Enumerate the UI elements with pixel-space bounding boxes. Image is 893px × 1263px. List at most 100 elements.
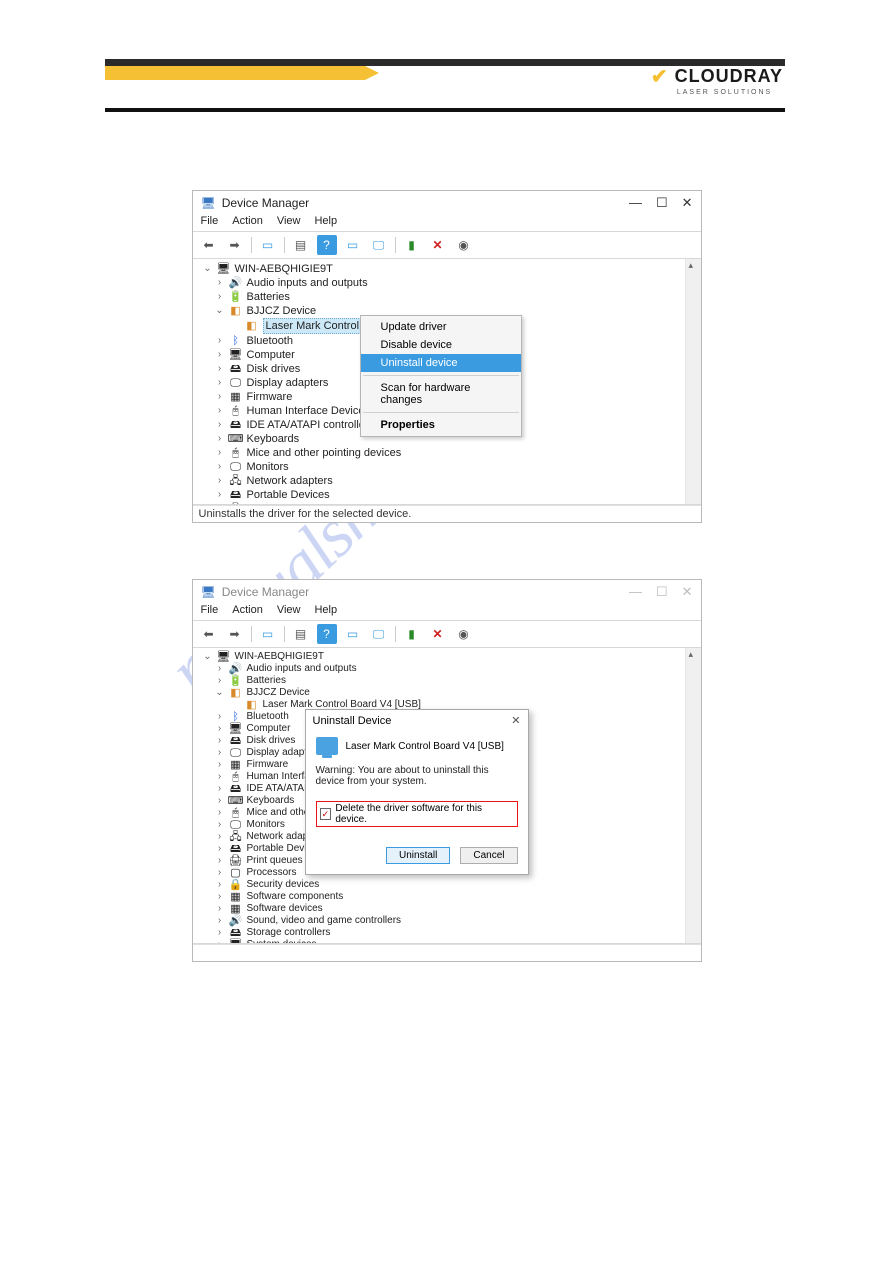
tree-item[interactable]: Disk drives	[247, 735, 296, 747]
menu-view[interactable]: View	[277, 604, 301, 616]
toolbar-enable[interactable]: ◉	[454, 235, 474, 255]
tree-item[interactable]: Processors	[247, 867, 297, 879]
ctx-scan-hardware[interactable]: Scan for hardware changes	[361, 379, 521, 409]
tree-item[interactable]: Mice and other pointing devices	[247, 446, 402, 460]
tree-item[interactable]: Print queues	[247, 855, 303, 867]
menu-help[interactable]: Help	[314, 604, 337, 616]
close-button[interactable]: ✕	[682, 584, 693, 600]
tree-item[interactable]: System devices	[247, 939, 317, 944]
status-text: Uninstalls the driver for the selected d…	[199, 508, 412, 520]
tree-item[interactable]: Human Interface Devices	[247, 404, 371, 418]
uninstall-dialog: Uninstall Device ✕ Laser Mark Control Bo…	[305, 709, 529, 875]
tree-item[interactable]: Software components	[247, 891, 344, 903]
window-title: Device Manager	[222, 196, 309, 210]
menu-file[interactable]: File	[201, 604, 219, 616]
toolbar-monitor[interactable]: 🖵	[369, 624, 389, 644]
toolbar-btn[interactable]: ▭	[258, 624, 278, 644]
tree-item[interactable]: Monitors	[247, 819, 285, 831]
dialog-close-button[interactable]: ✕	[511, 714, 520, 727]
ctx-separator	[363, 375, 519, 376]
tree-root[interactable]: WIN-AEBQHIGIE9T	[235, 262, 333, 276]
toolbar-btn2[interactable]: ▭	[343, 624, 363, 644]
cloudray-logo: ✔ CLOUDRAY LASER SOLUTIONS	[651, 64, 783, 96]
dialog-delete-driver-checkbox[interactable]: ✓ Delete the driver software for this de…	[316, 801, 518, 827]
menu-action[interactable]: Action	[232, 215, 263, 227]
toolbar-enable[interactable]: ◉	[454, 624, 474, 644]
menu-view[interactable]: View	[277, 215, 301, 227]
toolbar-properties[interactable]: ▤	[291, 624, 311, 644]
tree-item-bjjcz[interactable]: BJJCZ Device	[247, 687, 310, 699]
menu-help[interactable]: Help	[314, 215, 337, 227]
toolbar-scan[interactable]: ▮	[402, 235, 422, 255]
vertical-scrollbar[interactable]	[685, 259, 701, 504]
logo-subtext: LASER SOLUTIONS	[677, 89, 772, 96]
tree-item[interactable]: Batteries	[247, 675, 286, 687]
page-header: ✔ CLOUDRAY LASER SOLUTIONS	[0, 0, 893, 120]
menu-bar: File Action View Help	[193, 213, 701, 232]
menu-file[interactable]: File	[201, 215, 219, 227]
back-button[interactable]: ⬅	[199, 624, 219, 644]
toolbar: ⬅ ➡ ▭ ▤ ? ▭ 🖵 ▮ ✕ ◉	[193, 232, 701, 259]
tree-item[interactable]: Portable Devices	[247, 488, 330, 502]
vertical-scrollbar[interactable]	[685, 648, 701, 943]
tree-item[interactable]: Firmware	[247, 759, 289, 771]
back-button[interactable]: ⬅	[199, 235, 219, 255]
tree-item-bjjcz[interactable]: BJJCZ Device	[247, 304, 317, 318]
dialog-title: Uninstall Device	[313, 715, 392, 727]
ctx-separator	[363, 412, 519, 413]
toolbar-monitor[interactable]: 🖵	[369, 235, 389, 255]
maximize-button[interactable]: ☐	[656, 584, 668, 600]
device-icon	[316, 737, 338, 755]
ctx-uninstall-device[interactable]: Uninstall device	[361, 354, 521, 372]
toolbar: ⬅ ➡ ▭ ▤ ? ▭ 🖵 ▮ ✕ ◉	[193, 621, 701, 648]
context-menu: Update driver Disable device Uninstall d…	[360, 315, 522, 437]
tree-item[interactable]: Storage controllers	[247, 927, 331, 939]
toolbar-scan[interactable]: ▮	[402, 624, 422, 644]
tree-item[interactable]: Batteries	[247, 290, 290, 304]
device-manager-icon: 🖥	[201, 585, 216, 599]
maximize-button[interactable]: ☐	[656, 195, 668, 211]
uninstall-button[interactable]: Uninstall	[386, 847, 450, 864]
tree-item[interactable]: Audio inputs and outputs	[247, 276, 368, 290]
ctx-disable-device[interactable]: Disable device	[361, 336, 521, 354]
menu-action[interactable]: Action	[232, 604, 263, 616]
tree-item[interactable]: IDE ATA/ATAPI controllers	[247, 418, 375, 432]
toolbar-properties[interactable]: ▤	[291, 235, 311, 255]
tree-item[interactable]: Bluetooth	[247, 334, 293, 348]
tree-item[interactable]: Keyboards	[247, 432, 300, 446]
ctx-update-driver[interactable]: Update driver	[361, 318, 521, 336]
tree-item[interactable]: Computer	[247, 348, 295, 362]
dialog-device-name: Laser Mark Control Board V4 [USB]	[346, 741, 504, 752]
minimize-button[interactable]: —	[629, 195, 642, 211]
status-bar	[193, 944, 701, 961]
toolbar-btn2[interactable]: ▭	[343, 235, 363, 255]
close-button[interactable]: ✕	[682, 195, 693, 211]
minimize-button[interactable]: —	[629, 584, 642, 600]
toolbar-btn[interactable]: ▭	[258, 235, 278, 255]
tree-item[interactable]: Sound, video and game controllers	[247, 915, 402, 927]
toolbar-delete[interactable]: ✕	[428, 235, 448, 255]
ctx-properties[interactable]: Properties	[361, 416, 521, 434]
tree-item[interactable]: Security devices	[247, 879, 320, 891]
tree-root[interactable]: WIN-AEBQHIGIE9T	[235, 651, 324, 663]
forward-button[interactable]: ➡	[225, 235, 245, 255]
toolbar-help[interactable]: ?	[317, 624, 337, 644]
tree-item[interactable]: Firmware	[247, 390, 293, 404]
tree-item[interactable]: Monitors	[247, 460, 289, 474]
tree-item[interactable]: Bluetooth	[247, 711, 289, 723]
cancel-button[interactable]: Cancel	[460, 847, 517, 864]
tree-item[interactable]: Audio inputs and outputs	[247, 663, 357, 675]
tree-item[interactable]: Computer	[247, 723, 291, 735]
checkbox-icon: ✓	[320, 808, 332, 820]
tree-item[interactable]: Disk drives	[247, 362, 301, 376]
forward-button[interactable]: ➡	[225, 624, 245, 644]
tree-item[interactable]: Display adapters	[247, 376, 329, 390]
tree-item[interactable]: Network adapters	[247, 474, 333, 488]
toolbar-delete[interactable]: ✕	[428, 624, 448, 644]
menu-bar: File Action View Help	[193, 602, 701, 621]
checkbox-label: Delete the driver software for this devi…	[335, 803, 513, 825]
tree-item[interactable]: Keyboards	[247, 795, 295, 807]
tree-item[interactable]: Print queues	[247, 502, 309, 505]
tree-item[interactable]: Software devices	[247, 903, 323, 915]
toolbar-help[interactable]: ?	[317, 235, 337, 255]
